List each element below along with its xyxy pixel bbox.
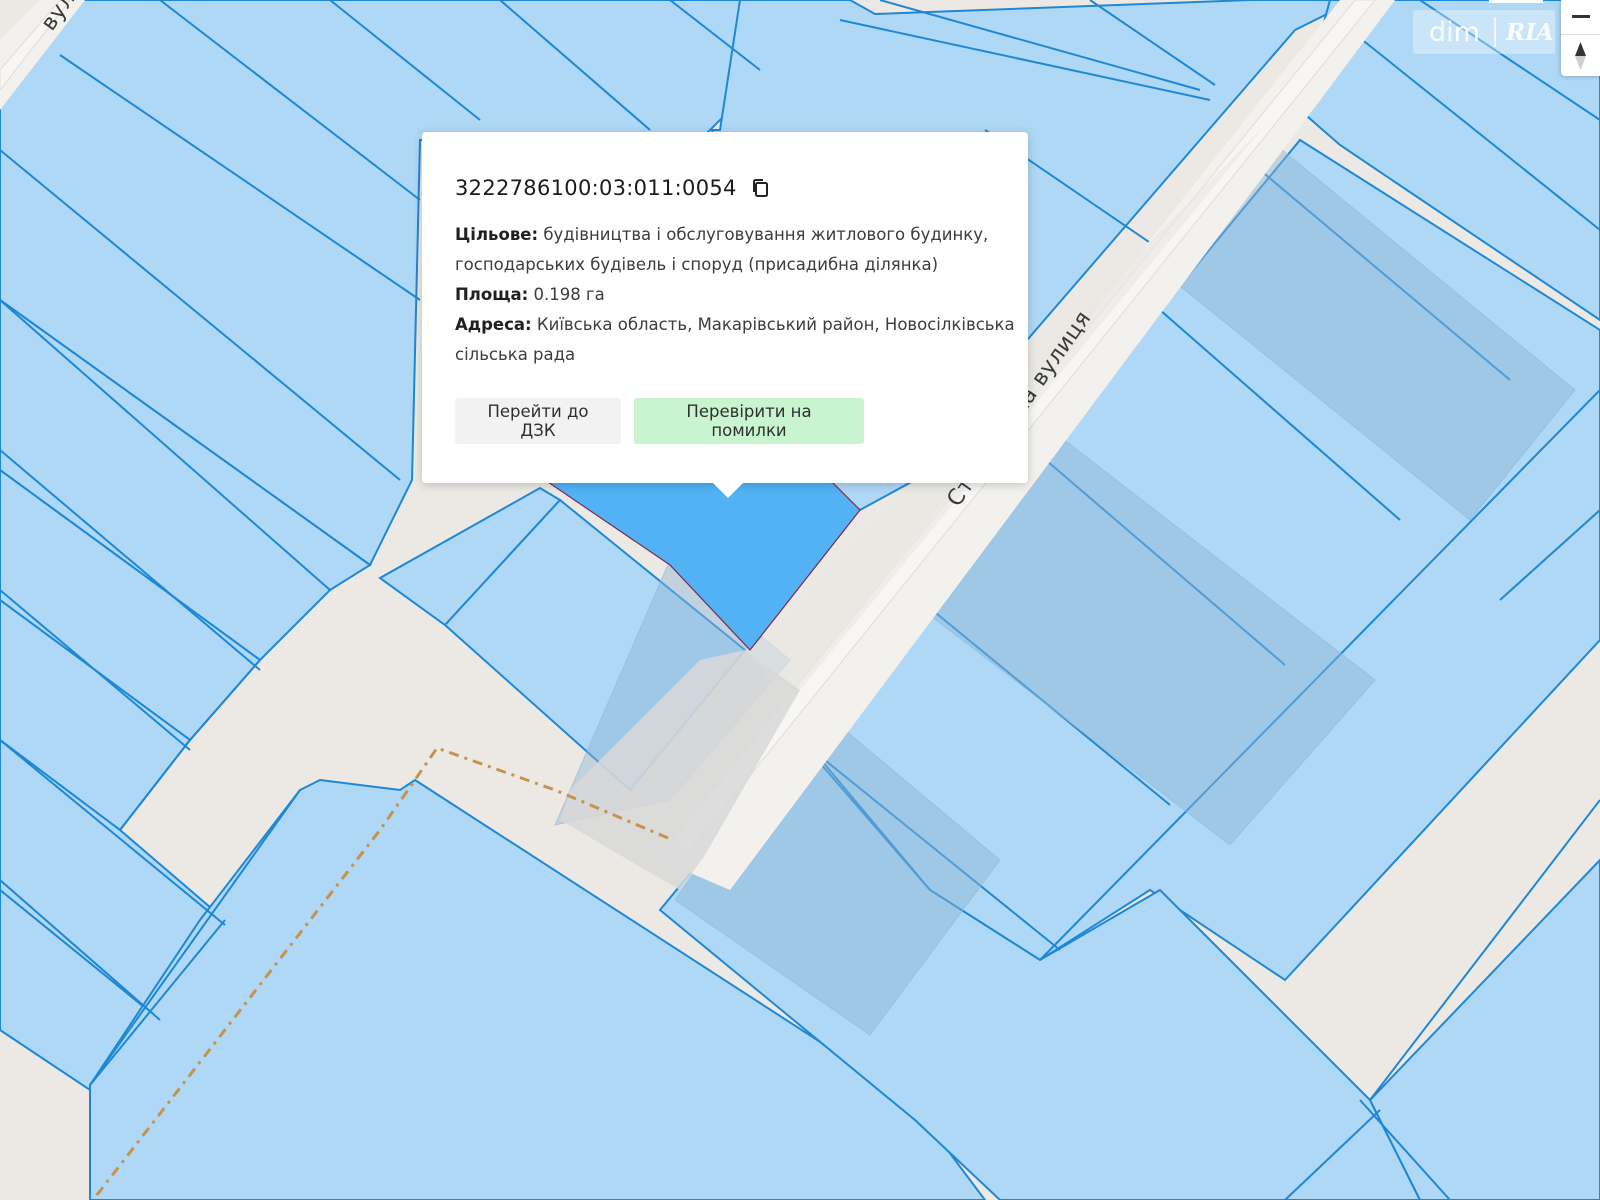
area-label: Площа: [455,285,529,304]
parcel-id-row: 3222786100:03:011:0054 [455,176,769,200]
copy-icon[interactable] [751,178,769,198]
check-errors-button[interactable]: Перевірити на помилки [634,398,864,444]
map-controls [1561,0,1600,76]
logo-ria-text: RIA [1505,18,1554,46]
purpose-row: Цільове: будівництва і обслуговування жи… [455,220,1015,280]
logo-separator [1493,17,1496,47]
popup-tail [712,482,744,498]
compass-icon[interactable] [1561,36,1600,76]
dimria-logo: dim RIA [1413,10,1555,54]
area-value: 0.198 га [533,285,605,304]
address-value: Київська область, Макарівський район, Но… [455,315,1015,364]
area-row: Площа: 0.198 га [455,280,1015,310]
map-control-top-edge [1489,0,1543,3]
parcel-popup: 3222786100:03:011:0054 Цільове: будівниц… [422,132,1028,483]
parcel-info: Цільове: будівництва і обслуговування жи… [455,220,1015,370]
zoom-out-button[interactable] [1561,0,1600,34]
logo-dim-text: dim [1429,16,1480,48]
controls-divider [1561,34,1600,35]
minus-icon [1571,15,1590,18]
address-label: Адреса: [455,315,532,334]
goto-dzk-button[interactable]: Перейти до ДЗК [455,398,621,444]
cadastral-number: 3222786100:03:011:0054 [455,176,737,200]
address-row: Адреса: Київська область, Макарівський р… [455,310,1015,370]
purpose-label: Цільове: [455,225,539,244]
